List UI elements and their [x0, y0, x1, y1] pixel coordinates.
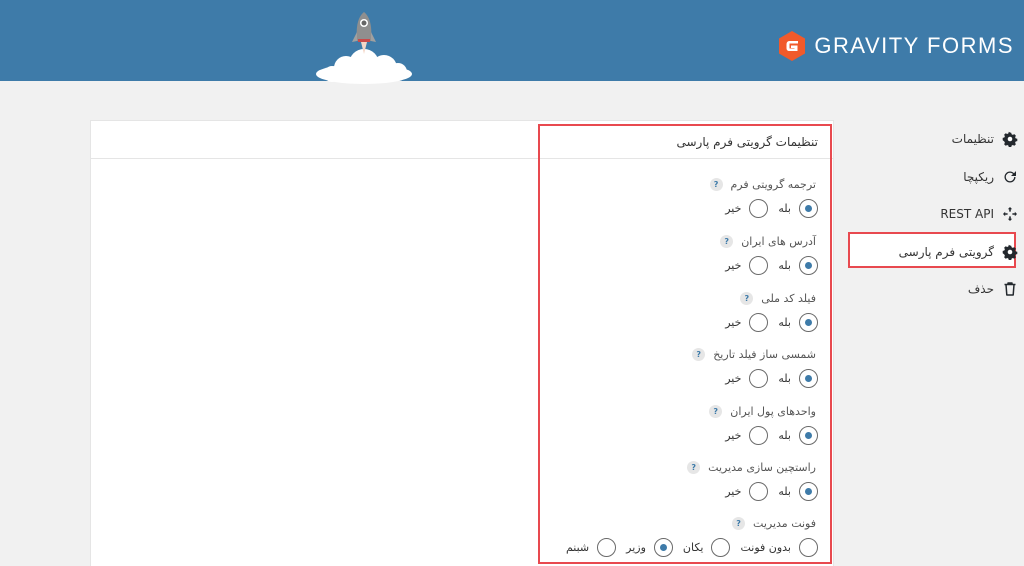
sidebar-item-gravity-parsi[interactable]: گرویتی فرم پارسی: [899, 244, 1018, 260]
radio-button[interactable]: [799, 199, 818, 218]
trash-icon: [1004, 282, 1016, 296]
help-icon[interactable]: ?: [740, 292, 754, 305]
radio-yes[interactable]: بله: [778, 482, 818, 501]
radio-yes[interactable]: بله: [778, 426, 818, 445]
radio-no[interactable]: خیر: [725, 313, 769, 332]
radio-button[interactable]: [749, 426, 769, 445]
gear-icon: [1002, 244, 1018, 260]
field-options: بله خیر: [715, 426, 818, 445]
field-label: شمسی ساز فیلد تاریخ ?: [692, 348, 816, 361]
radio-no[interactable]: خیر: [725, 482, 769, 501]
radio-button[interactable]: [749, 313, 769, 332]
gravity-forms-logo-icon: [779, 31, 806, 61]
radio-button[interactable]: [597, 538, 617, 557]
sidebar-item-recaptcha[interactable]: ریکپچا: [963, 169, 1018, 185]
radio-button[interactable]: [749, 482, 769, 501]
radio-no[interactable]: خیر: [725, 199, 769, 218]
sidebar-item-delete[interactable]: حذف: [968, 281, 1018, 297]
api-icon: [1003, 207, 1017, 221]
help-icon[interactable]: ?: [692, 348, 706, 361]
radio-button[interactable]: [711, 538, 731, 557]
radio-button[interactable]: [749, 369, 769, 388]
field-label: فونت مدیریت ?: [732, 517, 816, 530]
radio-yes[interactable]: بله: [778, 256, 818, 275]
font-options: بدون فونت یکان وزیر شبنم: [556, 538, 818, 557]
radio-button[interactable]: [799, 313, 818, 332]
radio-button[interactable]: [653, 538, 673, 557]
field-label: آدرس های ایران ?: [720, 235, 816, 248]
radio-button[interactable]: [799, 369, 818, 388]
radio-button[interactable]: [749, 256, 769, 275]
sidebar-item-settings[interactable]: تنظیمات: [952, 131, 1018, 147]
top-header: GRAVITY FORMS: [0, 0, 1024, 84]
radio-button[interactable]: [799, 538, 818, 557]
radio-no[interactable]: خیر: [725, 426, 769, 445]
radio-no[interactable]: خیر: [725, 256, 769, 275]
help-icon[interactable]: ?: [709, 405, 723, 418]
radio-yes[interactable]: بله: [778, 369, 818, 388]
field-label: فیلد کد ملی ?: [740, 292, 816, 305]
radio-button[interactable]: [799, 256, 818, 275]
radio-yes[interactable]: بله: [778, 313, 818, 332]
help-icon[interactable]: ?: [732, 517, 746, 530]
sidebar-item-rest-api[interactable]: REST API: [940, 206, 1018, 222]
radio-no[interactable]: خیر: [725, 369, 769, 388]
field-options: بله خیر: [715, 369, 818, 388]
brand-name: GRAVITY FORMS: [814, 33, 1014, 58]
radio-no-font[interactable]: بدون فونت: [740, 538, 818, 557]
persian-settings-section: تنظیمات گرویتی فرم پارسی ترجمه گرویتی فر…: [538, 124, 832, 564]
field-options: بله خیر: [715, 482, 818, 501]
field-options: بله خیر: [715, 199, 818, 218]
radio-shabnam[interactable]: شبنم: [566, 538, 617, 557]
field-label: واحدهای پول ایران ?: [709, 405, 816, 418]
gravity-forms-logo[interactable]: GRAVITY FORMS: [777, 30, 1014, 62]
radio-button[interactable]: [799, 426, 818, 445]
radio-button[interactable]: [799, 482, 818, 501]
field-options: بله خیر: [715, 256, 818, 275]
field-label: راستچین سازی مدیریت ?: [687, 461, 816, 474]
help-icon[interactable]: ?: [687, 461, 701, 474]
field-options: بله خیر: [715, 313, 818, 332]
radio-button[interactable]: [749, 199, 769, 218]
radio-yekan[interactable]: یکان: [683, 538, 731, 557]
recaptcha-icon: [1004, 171, 1016, 183]
help-icon[interactable]: ?: [709, 178, 723, 191]
radio-yes[interactable]: بله: [778, 199, 818, 218]
rocket-illustration: [316, 12, 412, 84]
help-icon[interactable]: ?: [720, 235, 734, 248]
section-title: تنظیمات گرویتی فرم پارسی: [676, 135, 819, 149]
radio-vazir[interactable]: وزیر: [626, 538, 673, 557]
gear-icon: [1002, 131, 1018, 147]
settings-panel: تنظیمات گرویتی فرم پارسی ترجمه گرویتی فر…: [90, 120, 834, 566]
field-label: ترجمه گرویتی فرم ?: [709, 178, 816, 191]
